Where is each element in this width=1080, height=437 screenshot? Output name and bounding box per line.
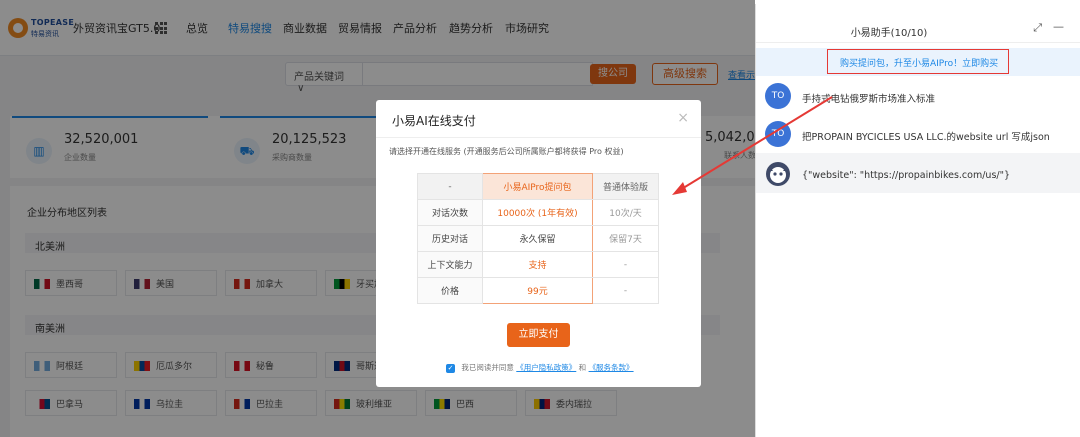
table-header-row: - 小易AIPro提问包 普通体验版 bbox=[417, 173, 659, 200]
table-cell: - bbox=[592, 251, 659, 278]
table-cell: 上下文能力 bbox=[417, 251, 483, 278]
bot-avatar-icon bbox=[766, 162, 790, 186]
user-message: 手持式电钻俄罗斯市场准入标准 bbox=[802, 94, 936, 105]
table-header-cell: - bbox=[417, 173, 483, 200]
divider bbox=[376, 137, 701, 138]
table-row: 对话次数 10000次 (1年有效) 10次/天 bbox=[417, 199, 659, 226]
user-avatar: TO bbox=[765, 83, 791, 109]
agreement-text: 我已阅读并同意 bbox=[461, 363, 514, 372]
table-cell: 支持 bbox=[482, 251, 593, 278]
user-message: 把PROPAIN BYCICLES USA LLC.的website url 写… bbox=[802, 132, 1050, 143]
table-cell: - bbox=[592, 277, 659, 304]
table-cell: 价格 bbox=[417, 277, 483, 304]
table-cell: 永久保留 bbox=[482, 225, 593, 252]
modal-title: 小易AI在线支付 bbox=[392, 114, 476, 128]
modal-hint-text: 请选择开通在线服务 (开通服务后公司所属账户都将获得 Pro 权益) bbox=[389, 147, 624, 156]
table-header-basic-plan: 普通体验版 bbox=[592, 173, 659, 200]
plan-comparison-table: - 小易AIPro提问包 普通体验版 对话次数 10000次 (1年有效) 10… bbox=[417, 173, 659, 304]
agreement-and-text: 和 bbox=[578, 363, 587, 372]
table-cell: 10次/天 bbox=[592, 199, 659, 226]
payment-modal: 小易AI在线支付 × 请选择开通在线服务 (开通服务后公司所属账户都将获得 Pr… bbox=[376, 100, 701, 387]
agreement-row: ✓ 我已阅读并同意 《用户隐私政策》 和 《服务条款》 bbox=[446, 362, 634, 373]
assistant-reply-text: {"website": "https://propainbikes.com/us… bbox=[802, 170, 1011, 181]
table-row: 历史对话 永久保留 保留7天 bbox=[417, 225, 659, 252]
user-avatar: TO bbox=[765, 121, 791, 147]
assistant-title: 小易助手(10/10) bbox=[850, 28, 928, 39]
assistant-panel: 小易助手(10/10) ⤢ — 购买提问包，升至小易AIPro！立即购买 TO … bbox=[755, 4, 1080, 437]
table-row: 上下文能力 支持 - bbox=[417, 251, 659, 278]
divider bbox=[756, 42, 1080, 43]
close-icon[interactable]: × bbox=[677, 110, 689, 126]
table-cell: 保留7天 bbox=[592, 225, 659, 252]
minimize-icon[interactable]: — bbox=[1053, 20, 1064, 33]
table-row: 价格 99元 - bbox=[417, 277, 659, 304]
agreement-checkbox[interactable]: ✓ bbox=[446, 363, 455, 373]
terms-of-service-link[interactable]: 《服务条款》 bbox=[589, 363, 634, 372]
expand-icon[interactable]: ⤢ bbox=[1033, 21, 1042, 35]
table-cell: 历史对话 bbox=[417, 225, 483, 252]
table-cell: 99元 bbox=[482, 277, 593, 304]
privacy-policy-link[interactable]: 《用户隐私政策》 bbox=[516, 363, 576, 372]
table-cell: 10000次 (1年有效) bbox=[482, 199, 593, 226]
table-header-pro-plan[interactable]: 小易AIPro提问包 bbox=[482, 173, 593, 200]
buy-pro-link[interactable]: 购买提问包，升至小易AIPro！立即购买 bbox=[840, 56, 998, 69]
table-cell: 对话次数 bbox=[417, 199, 483, 226]
pay-now-button[interactable]: 立即支付 bbox=[507, 323, 570, 347]
